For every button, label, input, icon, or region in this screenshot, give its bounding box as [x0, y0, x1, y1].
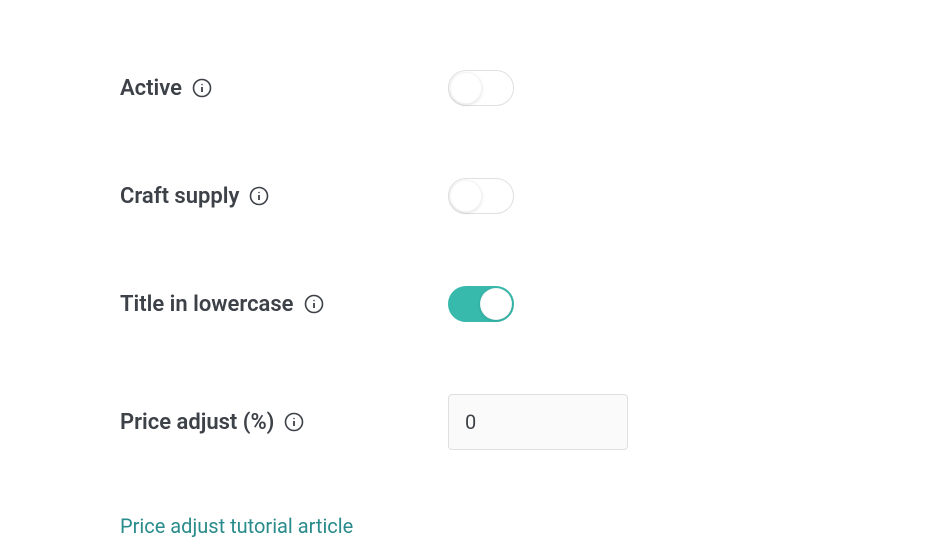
active-toggle[interactable]: [448, 70, 514, 106]
price-adjust-tutorial-link[interactable]: Price adjust tutorial article: [120, 514, 353, 538]
info-icon[interactable]: [284, 412, 304, 432]
info-icon[interactable]: [192, 78, 212, 98]
title-lowercase-toggle[interactable]: [448, 286, 514, 322]
info-icon[interactable]: [304, 294, 324, 314]
price-adjust-label: Price adjust (%): [120, 410, 274, 435]
info-icon[interactable]: [249, 186, 269, 206]
price-adjust-input[interactable]: [448, 394, 628, 450]
active-label: Active: [120, 76, 182, 101]
craft-supply-label: Craft supply: [120, 184, 239, 209]
title-lowercase-label: Title in lowercase: [120, 292, 294, 317]
craft-supply-toggle[interactable]: [448, 178, 514, 214]
